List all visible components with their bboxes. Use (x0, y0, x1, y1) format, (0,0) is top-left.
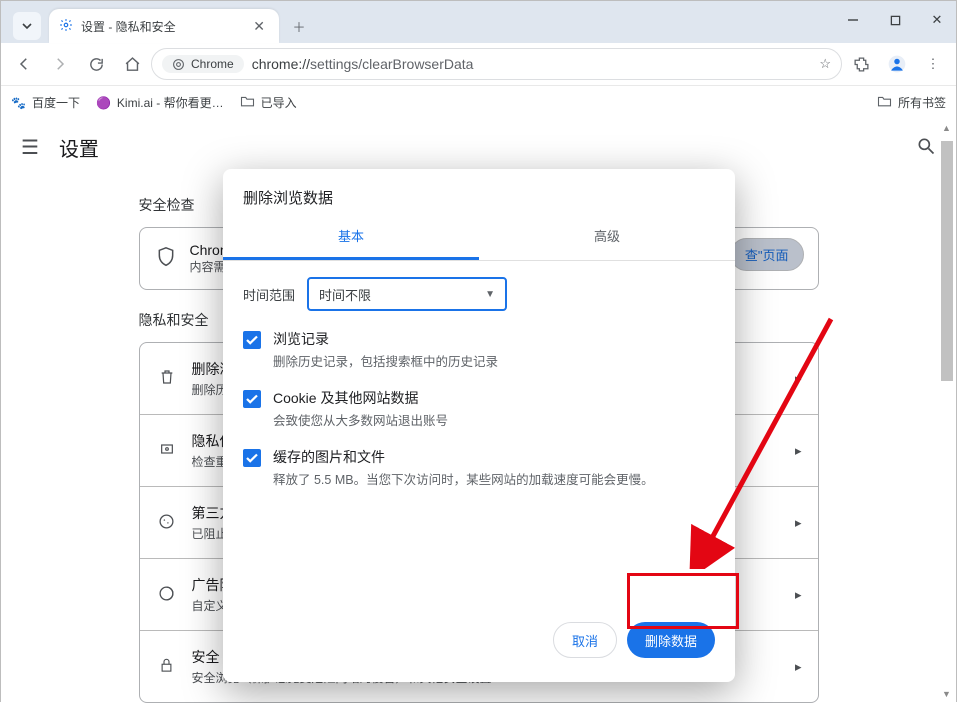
url-text: chrome://settings/clearBrowserData (252, 56, 812, 72)
bookmark-item[interactable]: 🟣 Kimi.ai - 帮你看更… (96, 94, 224, 111)
bookmarks-bar: 🐾 百度一下 🟣 Kimi.ai - 帮你看更… 已导入 所有书签 (1, 85, 956, 119)
extensions-button[interactable] (844, 47, 878, 81)
checkbox-cookies[interactable]: Cookie 及其他网站数据会致使您从大多数网站退出账号 (223, 378, 735, 437)
search-icon[interactable] (916, 136, 936, 159)
address-bar[interactable]: Chrome chrome://settings/clearBrowserDat… (151, 48, 842, 80)
kimi-icon: 🟣 (96, 96, 111, 110)
page-title: 设置 (59, 133, 99, 162)
time-range-value: 时间不限 (319, 285, 371, 304)
kebab-menu-button[interactable]: ⋮ (916, 47, 950, 81)
folder-icon (240, 95, 255, 110)
cookie-icon (156, 513, 178, 533)
chevron-right-icon: ▸ (795, 443, 802, 459)
check-title: 浏览记录 (273, 329, 498, 349)
tab-overview-button[interactable] (13, 12, 41, 40)
time-range-label: 时间范围 (243, 285, 295, 304)
shield-icon (156, 246, 176, 271)
close-window-button[interactable]: ✕ (924, 7, 950, 33)
tab-basic[interactable]: 基本 (223, 216, 479, 260)
checkbox-browsing-history[interactable]: 浏览记录删除历史记录，包括搜索框中的历史记录 (223, 319, 735, 378)
minimize-button[interactable] (840, 7, 866, 33)
chevron-right-icon: ▸ (795, 587, 802, 603)
chevron-right-icon: ▸ (795, 659, 802, 675)
scroll-up-icon[interactable]: ▲ (942, 123, 951, 133)
chrome-icon (172, 58, 185, 71)
checkbox-checked-icon[interactable] (243, 449, 261, 467)
chevron-right-icon: ▸ (795, 371, 802, 387)
clear-browsing-data-dialog: 删除浏览数据 基本 高级 时间范围 时间不限 ▼ 浏览记录删除历史记录，包括搜索… (223, 169, 735, 682)
scrollbar[interactable]: ▲ ▼ (940, 119, 954, 703)
close-tab-button[interactable]: ✕ (249, 18, 269, 35)
site-chip-label: Chrome (191, 57, 234, 71)
lock-icon (156, 657, 178, 677)
bookmark-label: 已导入 (261, 94, 297, 111)
profile-button[interactable] (880, 47, 914, 81)
forward-button[interactable] (43, 47, 77, 81)
ads-icon (156, 585, 178, 605)
dialog-title: 删除浏览数据 (223, 169, 735, 216)
checkbox-checked-icon[interactable] (243, 390, 261, 408)
gear-icon (59, 18, 73, 35)
checkbox-checked-icon[interactable] (243, 331, 261, 349)
check-sub: 释放了 5.5 MB。当您下次访问时，某些网站的加载速度可能会更慢。 (273, 469, 654, 488)
check-title: 缓存的图片和文件 (273, 447, 654, 467)
scroll-down-icon[interactable]: ▼ (942, 689, 951, 699)
toolbar: Chrome chrome://settings/clearBrowserDat… (1, 43, 956, 85)
cancel-button[interactable]: 取消 (553, 622, 617, 658)
all-bookmarks-button[interactable]: 所有书签 (877, 94, 946, 111)
privacy-icon (156, 441, 178, 460)
go-button[interactable]: 查"页面 (730, 238, 804, 271)
tab-title: 设置 - 隐私和安全 (81, 18, 241, 35)
baidu-icon: 🐾 (11, 96, 26, 110)
confirm-delete-button[interactable]: 删除数据 (627, 622, 715, 658)
reload-button[interactable] (79, 47, 113, 81)
hamburger-icon[interactable]: ☰ (21, 135, 39, 160)
maximize-button[interactable] (882, 7, 908, 33)
title-bar: 设置 - 隐私和安全 ✕ ＋ ✕ (1, 1, 956, 43)
chevron-right-icon: ▸ (795, 515, 802, 531)
bookmark-label: Kimi.ai - 帮你看更… (117, 94, 224, 111)
trash-icon (156, 368, 178, 389)
tab-advanced[interactable]: 高级 (479, 216, 735, 260)
home-button[interactable] (115, 47, 149, 81)
scrollbar-thumb[interactable] (941, 141, 953, 381)
checkbox-cache[interactable]: 缓存的图片和文件释放了 5.5 MB。当您下次访问时，某些网站的加载速度可能会更… (223, 437, 735, 496)
bookmark-star-button[interactable]: ☆ (819, 56, 831, 72)
settings-header: ☰ 设置 (1, 119, 956, 175)
check-sub: 删除历史记录，包括搜索框中的历史记录 (273, 351, 498, 370)
bookmark-item[interactable]: 🐾 百度一下 (11, 94, 80, 111)
time-range-select[interactable]: 时间不限 ▼ (307, 277, 507, 311)
folder-icon (877, 95, 892, 110)
bookmark-label: 所有书签 (898, 94, 946, 111)
browser-tab[interactable]: 设置 - 隐私和安全 ✕ (49, 9, 279, 43)
chevron-down-icon (21, 20, 33, 32)
site-chip[interactable]: Chrome (162, 55, 244, 73)
chevron-down-icon: ▼ (485, 289, 495, 300)
bookmark-folder[interactable]: 已导入 (240, 94, 297, 111)
back-button[interactable] (7, 47, 41, 81)
bookmark-label: 百度一下 (32, 94, 80, 111)
check-sub: 会致使您从大多数网站退出账号 (273, 410, 448, 429)
new-tab-button[interactable]: ＋ (285, 12, 313, 40)
check-title: Cookie 及其他网站数据 (273, 388, 448, 408)
